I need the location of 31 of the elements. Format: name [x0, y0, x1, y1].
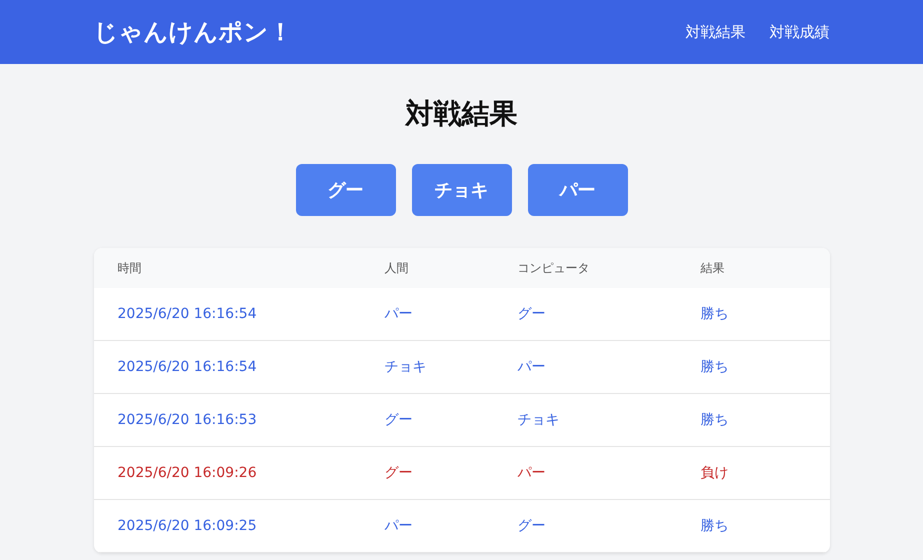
table-cell-text: 勝ち — [700, 411, 730, 429]
nav-link[interactable]: 対戦成績 — [770, 22, 830, 42]
table-cell-text: パー — [384, 305, 414, 323]
table-cell-text: 2025/6/20 16:16:54 — [118, 359, 258, 375]
table-cell-text: チョキ — [518, 411, 560, 429]
nav-link[interactable]: 対戦結果 — [686, 22, 746, 42]
hand-button[interactable]: チョキ — [412, 164, 512, 216]
table-cell-text: パー — [518, 358, 546, 376]
table-cell-text: グー — [518, 517, 546, 535]
table-cell-text: グー — [384, 411, 414, 429]
page-title: 対戦結果 — [404, 96, 518, 132]
hand-button[interactable]: パー — [528, 164, 628, 216]
table-cell-text: 負け — [700, 464, 730, 482]
column-header: 結果 — [700, 260, 726, 276]
table-cell-text: グー — [518, 305, 546, 323]
column-header: 人間 — [384, 260, 410, 276]
table-cell-text: 勝ち — [700, 358, 730, 376]
table-cell-text: パー — [518, 464, 546, 482]
table-cell-text: 2025/6/20 16:16:54 — [118, 306, 258, 322]
table-cell-text: 勝ち — [700, 517, 730, 535]
table-cell-text: 勝ち — [700, 305, 730, 323]
table-cell-text: 2025/6/20 16:09:26 — [118, 465, 258, 481]
table-cell-text: 2025/6/20 16:16:53 — [118, 412, 258, 428]
app-logo[interactable]: じゃんけんポン！ — [94, 16, 292, 48]
table-cell-text: 2025/6/20 16:09:25 — [118, 518, 258, 534]
table-cell-text: グー — [384, 464, 414, 482]
column-header: コンピュータ — [518, 260, 590, 276]
hand-button[interactable]: グー — [296, 164, 396, 216]
table-cell-text: パー — [384, 517, 414, 535]
table-cell-text: チョキ — [384, 358, 428, 376]
column-header: 時間 — [118, 260, 142, 276]
